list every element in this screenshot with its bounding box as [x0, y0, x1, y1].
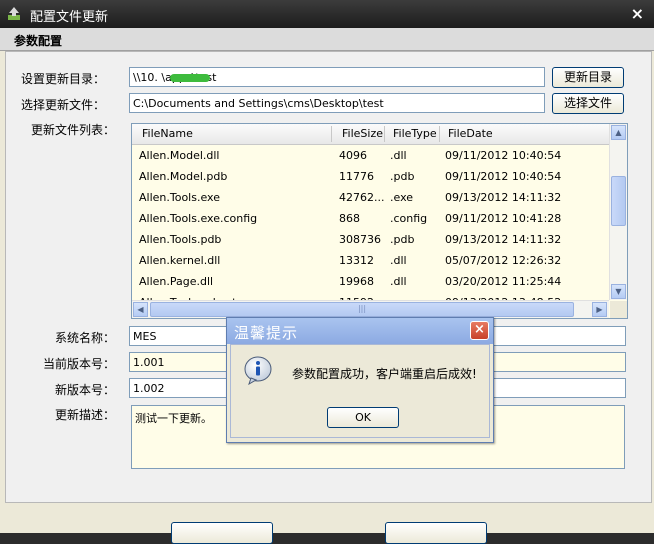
scroll-right-button[interactable]: ▶ — [592, 302, 607, 317]
filesize-cell: 19968 — [339, 275, 374, 288]
column-filetype[interactable]: FileType — [393, 127, 437, 140]
description-label: 更新描述： — [54, 408, 115, 422]
file-list-label: 更新文件列表： — [30, 123, 115, 137]
filetype-cell: .dll — [390, 254, 407, 267]
column-filesize[interactable]: FileSize — [342, 127, 383, 140]
column-divider[interactable] — [331, 126, 332, 142]
update-dir-label: 设置更新目录： — [20, 72, 105, 86]
scroll-up-button[interactable]: ▲ — [611, 125, 626, 140]
column-filedate[interactable]: FileDate — [448, 127, 493, 140]
filetype-cell: .config — [390, 212, 428, 225]
section-header: 参数配置 — [0, 28, 654, 51]
filename-cell: Allen.Tools.exe.config — [139, 212, 258, 225]
filedate-cell: 09/11/2012 10:41:28 — [445, 212, 562, 225]
title-bar: 配置文件更新 × — [0, 0, 654, 28]
filename-cell: Allen.Tools.exe — [139, 191, 220, 204]
filetype-cell: .pdb — [390, 170, 415, 183]
redaction-mark — [170, 74, 210, 82]
dialog-body: 参数配置成功，客户端重启后成效! OK — [230, 344, 490, 438]
column-divider[interactable] — [439, 126, 440, 142]
scroll-left-button[interactable]: ◀ — [133, 302, 148, 317]
table-row[interactable]: Allen.kernel.dll 13312 .dll 05/07/2012 12:2… — [132, 250, 609, 271]
scroll-down-button[interactable]: ▼ — [611, 284, 626, 299]
column-filename[interactable]: FileName — [142, 127, 193, 140]
table-row[interactable]: Allen.Tools.exe 42762... .exe 09/13/2012 14… — [132, 187, 609, 208]
table-row[interactable]: Allen.Tools.exe.config 868 .config 09/11/20… — [132, 208, 609, 229]
select-file-label: 选择更新文件： — [20, 98, 105, 112]
filesize-cell: 308736 — [339, 233, 381, 246]
info-icon — [244, 356, 272, 385]
filename-cell: Allen.kernel.dll — [139, 254, 221, 267]
table-row[interactable]: Allen.Model.pdb 11776 .pdb 09/11/2012 10:40… — [132, 166, 609, 187]
filename-cell: Allen.Model.dll — [139, 149, 220, 162]
dialog-title: 温馨提示 — [234, 324, 299, 342]
vertical-scroll-thumb[interactable] — [611, 176, 626, 226]
filesize-cell: 4096 — [339, 149, 367, 162]
filedate-cell: 09/13/2012 14:11:32 — [445, 233, 562, 246]
scroll-corner — [610, 301, 627, 318]
filetype-cell: .pdb — [390, 233, 415, 246]
filetype-cell: .dll — [390, 149, 407, 162]
filesize-cell: 13312 — [339, 254, 374, 267]
window-title: 配置文件更新 — [30, 10, 109, 25]
update-dir-input[interactable]: \\10. \apps\test — [129, 67, 545, 87]
filename-cell: Allen.Tools.pdb — [139, 233, 222, 246]
bottom-right-button[interactable] — [385, 522, 487, 544]
file-list[interactable]: FileName FileSize FileType FileDate Alle… — [131, 123, 628, 319]
table-row[interactable]: Allen.Model.dll 4096 .dll 09/11/2012 10:40:… — [132, 145, 609, 166]
filedate-cell: 05/07/2012 12:26:32 — [445, 254, 562, 267]
dialog-close-button[interactable]: × — [470, 321, 489, 340]
filename-cell: Allen.Page.dll — [139, 275, 214, 288]
dialog-message: 参数配置成功，客户端重启后成效! — [292, 367, 477, 381]
column-divider[interactable] — [384, 126, 385, 142]
filedate-cell: 09/11/2012 10:40:54 — [445, 149, 562, 162]
ok-button[interactable]: OK — [327, 407, 399, 428]
section-title: 参数配置 — [14, 34, 63, 48]
main-window: 配置文件更新 × 参数配置 设置更新目录： \\10. \apps\test 更… — [0, 0, 654, 544]
current-version-label: 当前版本号： — [42, 357, 115, 371]
update-dir-button[interactable]: 更新目录 — [552, 67, 624, 88]
table-row[interactable]: Allen.Tools.pdb 308736 .pdb 09/13/2012 14:1… — [132, 229, 609, 250]
system-name-label: 系统名称： — [54, 331, 115, 345]
select-file-button[interactable]: 选择文件 — [552, 93, 624, 114]
filename-cell: Allen.Model.pdb — [139, 170, 228, 183]
new-version-label: 新版本号： — [54, 383, 115, 397]
filedate-cell: 09/13/2012 14:11:32 — [445, 191, 562, 204]
filesize-cell: 42762... — [339, 191, 385, 204]
bottom-left-button[interactable] — [171, 522, 273, 544]
window-close-button[interactable]: × — [631, 4, 644, 23]
dialog-title-bar[interactable]: 温馨提示 × — [227, 318, 493, 344]
filedate-cell: 03/20/2012 11:25:44 — [445, 275, 562, 288]
horizontal-scroll-thumb[interactable]: ||| — [150, 302, 574, 317]
app-icon — [8, 7, 20, 20]
select-file-input[interactable]: C:\Documents and Settings\cms\Desktop\te… — [129, 93, 545, 113]
table-row[interactable]: Allen.Page.dll 19968 .dll 03/20/2012 11:25:… — [132, 271, 609, 292]
filesize-cell: 868 — [339, 212, 360, 225]
vertical-scrollbar[interactable]: ▲ ▼ — [609, 124, 627, 300]
filedate-cell: 09/11/2012 10:40:54 — [445, 170, 562, 183]
file-list-header: FileName FileSize FileType FileDate — [132, 124, 609, 145]
filetype-cell: .exe — [390, 191, 414, 204]
horizontal-scrollbar[interactable]: ◀ ||| ▶ — [132, 300, 609, 318]
filetype-cell: .dll — [390, 275, 407, 288]
message-dialog: 温馨提示 × 参数配置成功，客户端重启后成效! OK — [226, 317, 494, 443]
filesize-cell: 11776 — [339, 170, 374, 183]
